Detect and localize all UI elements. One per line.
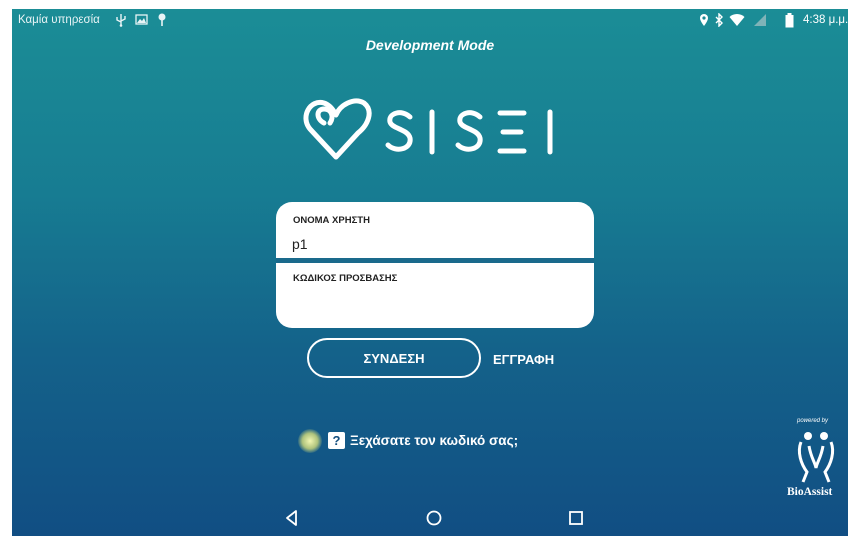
- forgot-password-label: Ξεχάσατε τον κωδικό σας;: [350, 432, 519, 448]
- password-label: ΚΩΔΙΚΟΣ ΠΡΟΣΒΑΣΗΣ: [293, 273, 398, 284]
- username-input[interactable]: [290, 233, 584, 255]
- clock: 4:38 μ.μ.: [803, 14, 848, 26]
- carrier-status: Καμία υπηρεσία: [18, 14, 100, 26]
- home-icon[interactable]: [424, 508, 444, 528]
- powered-by-badge: powered by BioAssist: [783, 418, 848, 504]
- login-screen: Καμία υπηρεσία 4:38 μ.μ. Development Mod…: [12, 9, 848, 536]
- pin-icon: [158, 13, 166, 26]
- signal-icon: [754, 14, 766, 26]
- login-form: ΟΝΟΜΑ ΧΡΗΣΤΗ ΚΩΔΙΚΟΣ ΠΡΟΣΒΑΣΗΣ: [276, 202, 594, 328]
- username-label: ΟΝΟΜΑ ΧΡΗΣΤΗ: [293, 215, 370, 226]
- register-link[interactable]: ΕΓΓΡΑΦΗ: [493, 352, 554, 367]
- recents-icon[interactable]: [566, 508, 586, 528]
- powered-by-caption: powered by: [797, 418, 829, 424]
- bioassist-brand: BioAssist: [787, 486, 833, 498]
- development-mode-banner: Development Mode: [365, 37, 495, 53]
- forgot-password-link[interactable]: ? Ξεχάσατε τον κωδικό σας;: [328, 428, 518, 452]
- form-divider: [276, 258, 594, 263]
- password-input[interactable]: [290, 290, 584, 314]
- help-icon: ?: [328, 431, 345, 449]
- back-icon[interactable]: [282, 508, 302, 528]
- usb-icon: [116, 14, 126, 27]
- battery-icon: [785, 13, 794, 28]
- bioassist-logo-icon: [797, 432, 835, 483]
- sisei-logo: [303, 98, 553, 160]
- status-bar: Καμία υπηρεσία 4:38 μ.μ.: [12, 9, 848, 33]
- image-icon: [135, 14, 148, 25]
- location-icon: [700, 14, 708, 26]
- wifi-icon: [729, 14, 745, 26]
- bluetooth-icon: [715, 13, 723, 27]
- login-button[interactable]: ΣΥΝΔΕΣΗ: [307, 338, 481, 378]
- touch-indicator: [298, 429, 322, 453]
